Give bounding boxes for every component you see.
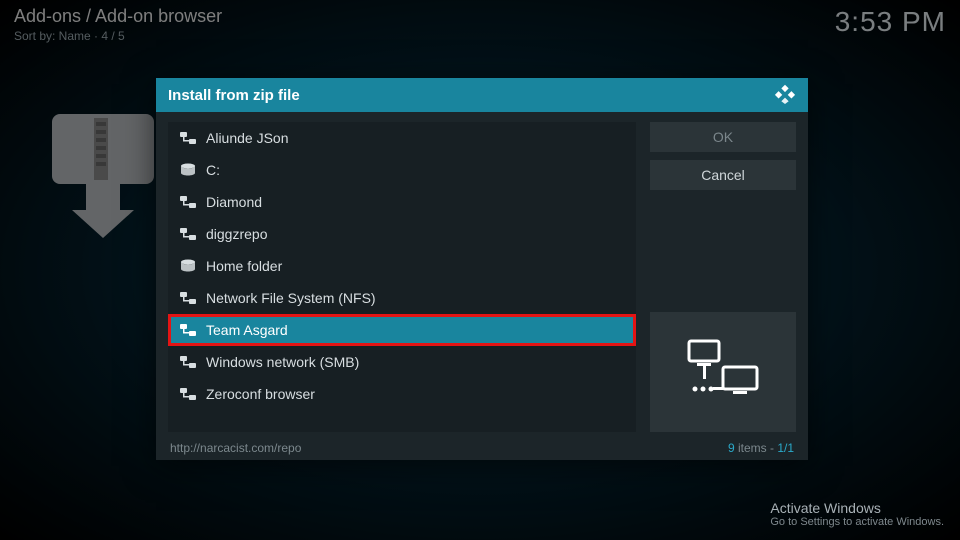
file-row[interactable]: Aliunde JSon [168,122,636,154]
network-share-icon [180,131,196,145]
network-share-icon [180,291,196,305]
network-share-icon [180,387,196,401]
file-row[interactable]: Zeroconf browser [168,378,636,410]
file-row-label: diggzrepo [206,226,268,242]
file-row[interactable]: diggzrepo [168,218,636,250]
file-row-label: Zeroconf browser [206,386,315,402]
install-from-zip-dialog: Install from zip file Aliunde JSon C: Diam… [156,78,808,460]
kodi-logo-icon [774,82,796,108]
file-row[interactable]: Team Asgard [168,314,636,346]
preview-pane [650,312,796,432]
file-row[interactable]: Network File System (NFS) [168,282,636,314]
file-row[interactable]: C: [168,154,636,186]
disk-icon [180,163,196,177]
network-share-icon [180,195,196,209]
file-row-label: Team Asgard [206,322,288,338]
network-share-icon [180,355,196,369]
disk-icon [180,259,196,273]
file-row-label: Diamond [206,194,262,210]
file-row-label: C: [206,162,220,178]
network-share-icon [180,227,196,241]
file-row-label: Home folder [206,258,282,274]
file-row[interactable]: Windows network (SMB) [168,346,636,378]
file-row-label: Aliunde JSon [206,130,289,146]
network-share-icon [180,323,196,337]
windows-activation-watermark: Activate Windows Go to Settings to activ… [770,500,944,528]
dialog-title: Install from zip file [168,87,300,104]
current-path: http://narcacist.com/repo [170,441,301,455]
item-count: 9 items - 1/1 [728,441,794,455]
file-list[interactable]: Aliunde JSon C: Diamond diggzrepo Home folde… [168,122,636,432]
cancel-button[interactable]: Cancel [650,160,796,190]
file-row[interactable]: Diamond [168,186,636,218]
ok-button[interactable]: OK [650,122,796,152]
file-row[interactable]: Home folder [168,250,636,282]
network-computers-icon [683,337,763,407]
file-row-label: Network File System (NFS) [206,290,376,306]
file-row-label: Windows network (SMB) [206,354,359,370]
